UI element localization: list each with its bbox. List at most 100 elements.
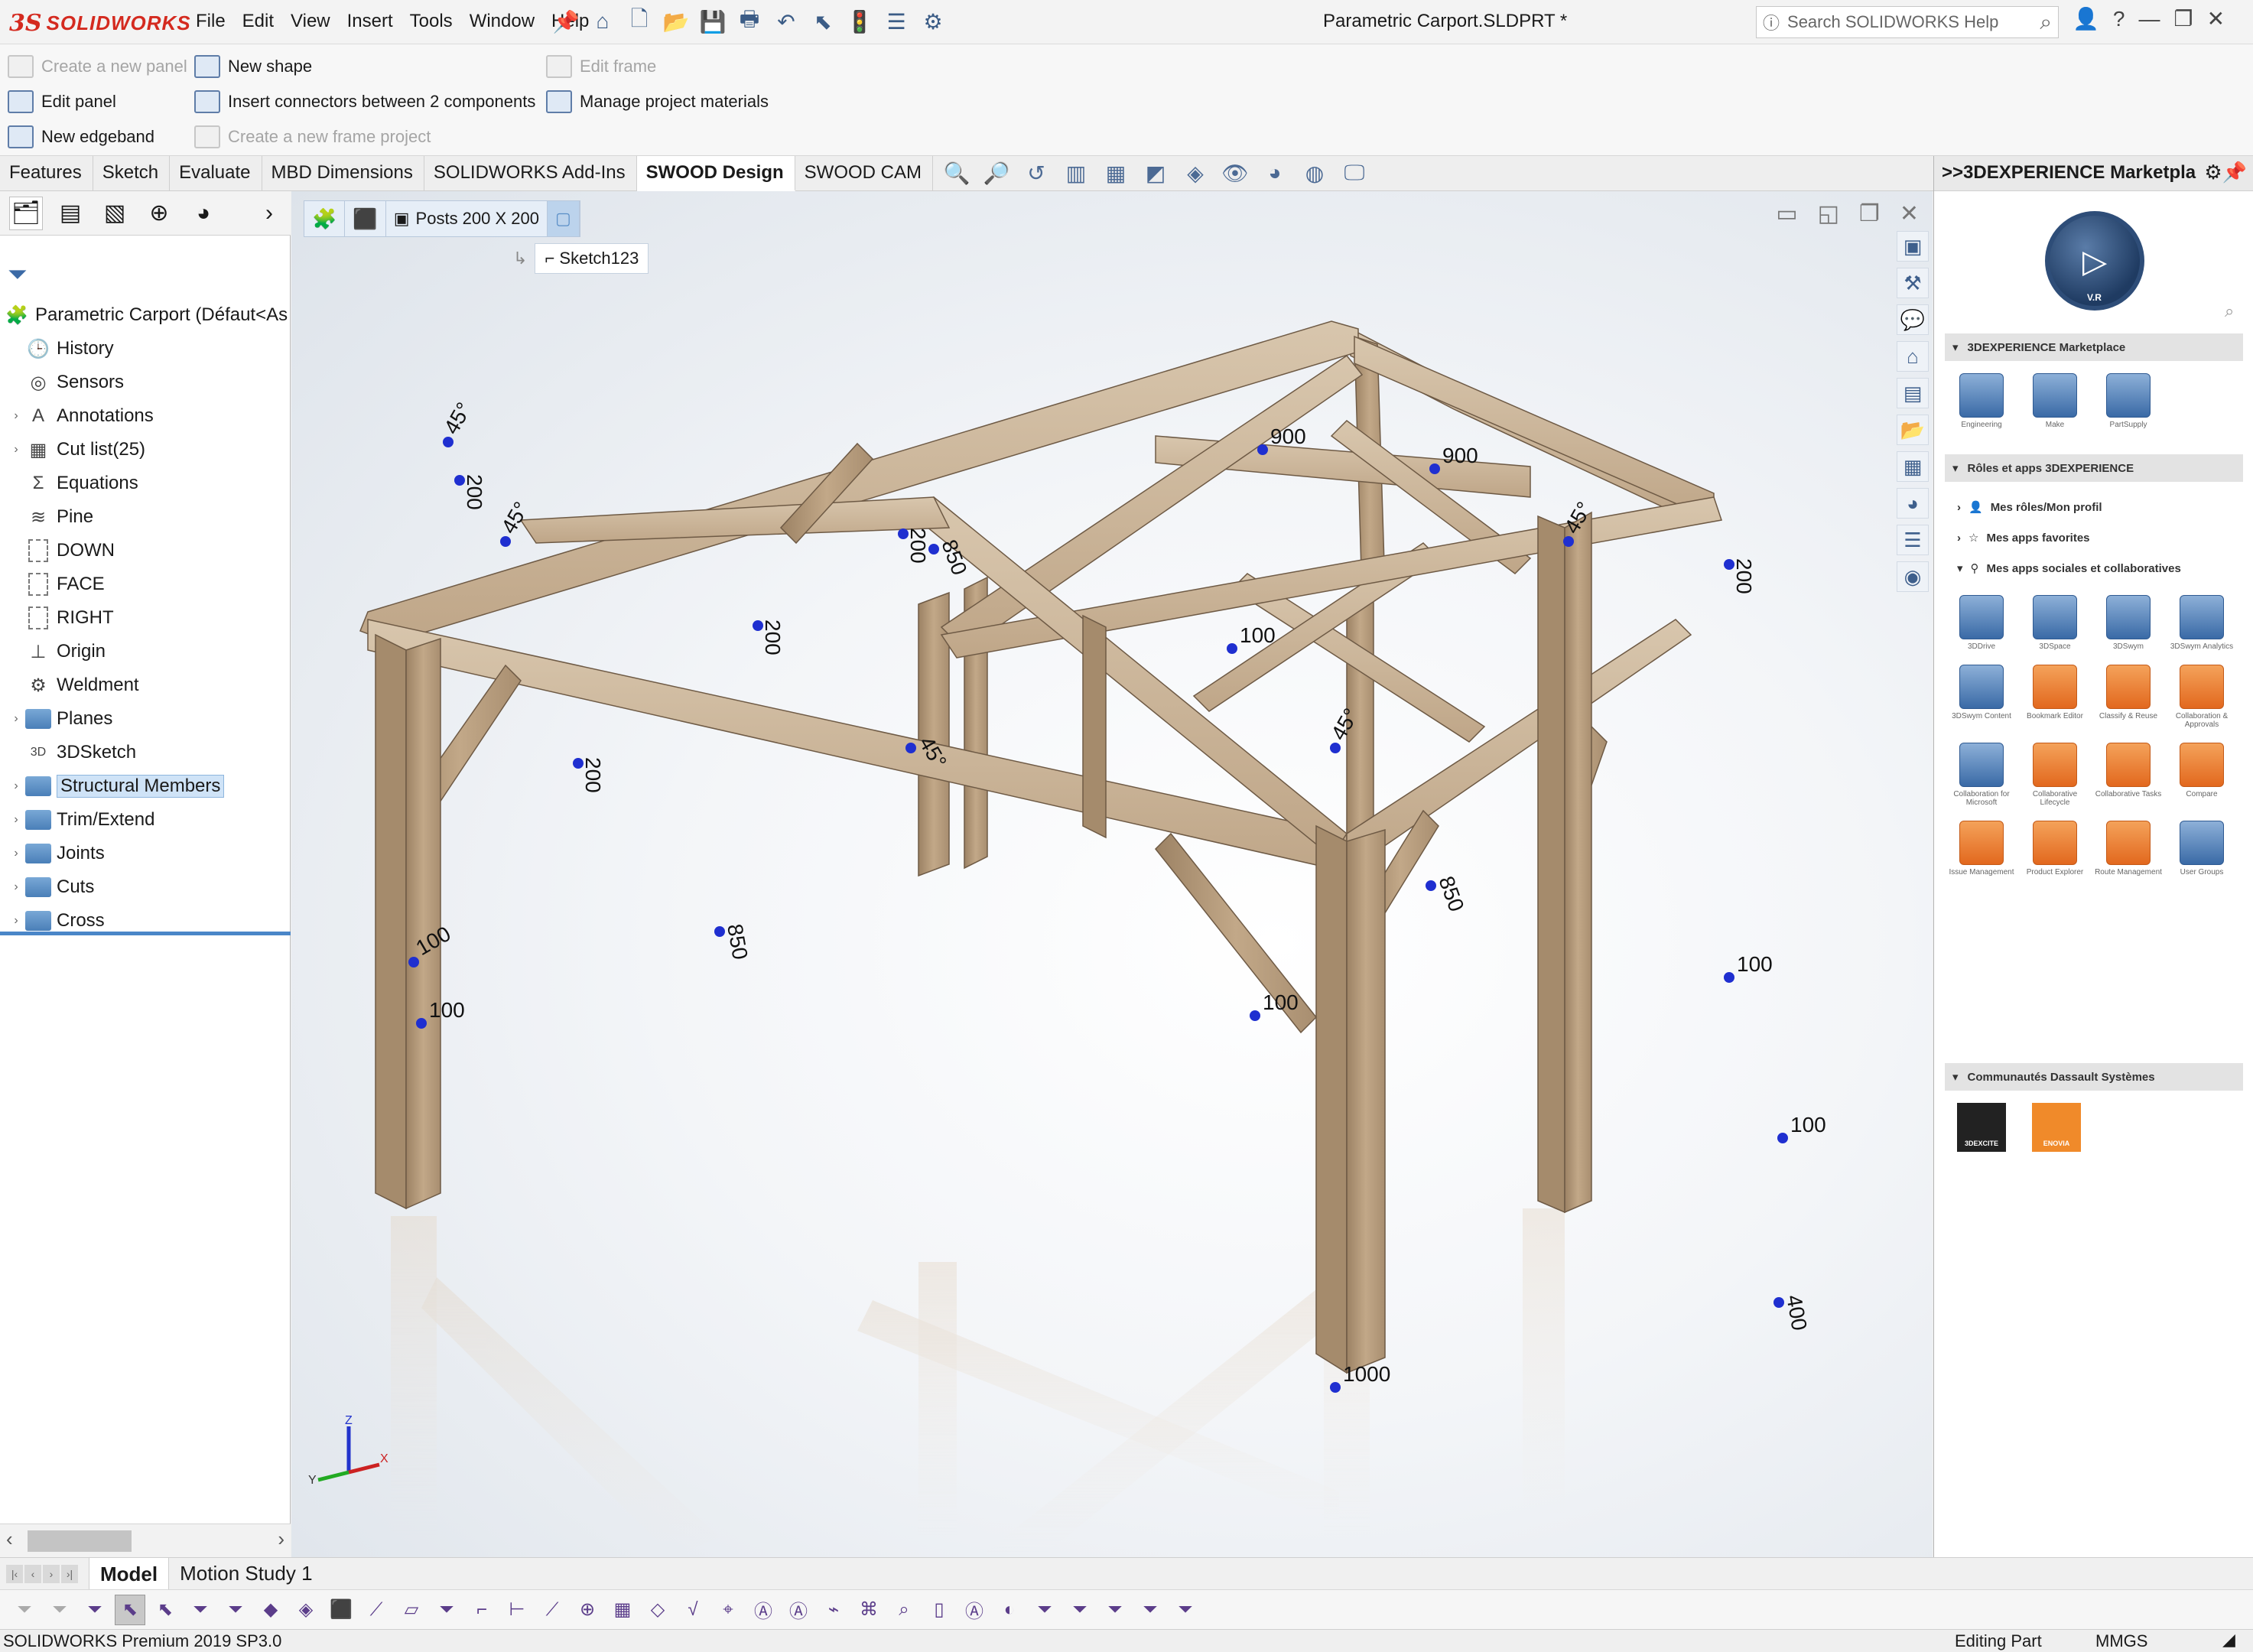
expand-arrow-icon[interactable]: ›: [8, 880, 24, 894]
tree-root[interactable]: 🧩 Parametric Carport (Défaut<As: [0, 298, 291, 332]
solidworks-logo[interactable]: 3S SOLIDWORKS: [9, 9, 191, 37]
edit-panel-button[interactable]: Edit panel: [8, 90, 116, 113]
tree-item[interactable]: RIGHT: [0, 601, 291, 635]
social-app[interactable]: 3DSwym: [2092, 595, 2165, 651]
rebuild-icon[interactable]: 🚦: [844, 6, 875, 37]
file-explorer-icon[interactable]: 📂: [1897, 415, 1929, 445]
row-my-roles[interactable]: › 👤 Mes rôles/Mon profil: [1957, 500, 2102, 515]
design-library-icon[interactable]: ▤: [1897, 378, 1929, 408]
filter-dowel-icon[interactable]: ▯: [924, 1595, 954, 1625]
filter-planes-icon[interactable]: ▱: [396, 1595, 427, 1625]
filter-surfaces-icon[interactable]: ◈: [291, 1595, 321, 1625]
section-view-icon[interactable]: ▥: [1060, 158, 1092, 188]
chevron-right-icon[interactable]: ›: [252, 197, 286, 230]
tree-item[interactable]: › ▦ Cut list(25): [0, 433, 291, 467]
tree-item[interactable]: ≋ Pine: [0, 500, 291, 534]
tree-item[interactable]: 3D 3DSketch: [0, 736, 291, 769]
filter-midpoints-icon[interactable]: ⟋: [537, 1595, 567, 1625]
sketch-point[interactable]: [1777, 1133, 1788, 1143]
filter-sketch-segments-icon[interactable]: ⌐: [467, 1595, 497, 1625]
sketch-point[interactable]: [1773, 1297, 1784, 1308]
filter-balloons-icon[interactable]: Ⓐ: [783, 1595, 814, 1625]
display-style-icon[interactable]: ◈: [1179, 158, 1211, 188]
tree-item[interactable]: 🕒 History: [0, 332, 291, 366]
dimension-label[interactable]: 100: [1240, 623, 1276, 647]
dimension-label[interactable]: 200: [1732, 558, 1756, 594]
select-over-geometry-icon[interactable]: ⬉: [150, 1595, 180, 1625]
filter-edges-icon[interactable]: ⏷: [220, 1595, 251, 1625]
undo-icon[interactable]: ↶: [771, 6, 801, 37]
zoom-to-fit-icon[interactable]: 🔍: [941, 158, 973, 188]
sketch-point[interactable]: [1330, 743, 1341, 753]
dimension-label[interactable]: 850: [1434, 873, 1468, 915]
filter-centermarks-icon[interactable]: ⊕: [572, 1595, 603, 1625]
next-tab-icon[interactable]: ›: [43, 1564, 60, 1583]
social-app[interactable]: Bookmark Editor: [2018, 665, 2092, 729]
dimension-label[interactable]: 200: [581, 757, 605, 793]
close-icon[interactable]: ✕: [2207, 6, 2225, 31]
tree-item[interactable]: FACE: [0, 567, 291, 601]
breadcrumb-sketch[interactable]: ↳ ⌐ Sketch123: [513, 242, 649, 275]
tab-swood-design[interactable]: SWOOD Design: [636, 156, 795, 191]
expand-arrow-icon[interactable]: ›: [8, 712, 24, 726]
breadcrumb-part[interactable]: 🧩: [304, 201, 346, 236]
sketch-point[interactable]: [1563, 536, 1574, 547]
tree-item[interactable]: ⚙ Weldment: [0, 668, 291, 702]
tab-motion-study[interactable]: Motion Study 1: [169, 1557, 323, 1590]
dimension-label[interactable]: 850: [723, 922, 753, 961]
menu-tools[interactable]: Tools: [410, 11, 453, 32]
display-manager-tab-icon[interactable]: ◕: [187, 197, 220, 230]
filter-notes-icon[interactable]: Ⓐ: [748, 1595, 779, 1625]
dimension-label[interactable]: 200: [463, 474, 486, 510]
home-tab-icon[interactable]: ⌂: [1897, 341, 1929, 372]
viewport-close-icon[interactable]: ✕: [1900, 200, 1919, 227]
sketch-point[interactable]: [714, 926, 725, 937]
file-properties-icon[interactable]: ☰: [881, 6, 912, 37]
dimxpert-tab-icon[interactable]: ⊕: [142, 197, 176, 230]
new-edgeband-button[interactable]: New edgeband: [8, 125, 154, 148]
dimension-label[interactable]: 100: [1737, 952, 1773, 976]
filter-mates-icon[interactable]: ⏷: [1100, 1595, 1130, 1625]
marketplace-app[interactable]: Engineering: [1945, 373, 2018, 429]
dimension-label[interactable]: 45°: [439, 398, 476, 438]
filter-blocks-icon[interactable]: ◐: [994, 1595, 1025, 1625]
sketch-point[interactable]: [898, 528, 909, 539]
tree-item[interactable]: Σ Equations: [0, 467, 291, 500]
filter-surface-finish-icon[interactable]: √: [678, 1595, 708, 1625]
sketch-point[interactable]: [1227, 643, 1237, 654]
marketplace-app[interactable]: Make: [2018, 373, 2092, 429]
manage-materials-button[interactable]: Manage project materials: [546, 90, 769, 113]
filter-clear-icon[interactable]: ⏷: [44, 1595, 75, 1625]
social-app[interactable]: Collaborative Tasks: [2092, 743, 2165, 807]
social-app[interactable]: 3DSwym Content: [1945, 665, 2018, 729]
options-gear-icon[interactable]: ⚙: [918, 6, 948, 37]
featuremanager-tab-icon[interactable]: 🗂: [9, 196, 43, 230]
filter-annotation-icon[interactable]: Ⓐ: [959, 1595, 990, 1625]
tree-item[interactable]: › Planes: [0, 702, 291, 736]
status-units[interactable]: MMGS: [2095, 1631, 2147, 1651]
select-icon[interactable]: ⬉: [808, 6, 838, 37]
tree-item[interactable]: › Trim/Extend: [0, 803, 291, 837]
sketch-point[interactable]: [408, 957, 419, 967]
sketch-point[interactable]: [416, 1018, 427, 1029]
row-favorite-apps[interactable]: › ☆ Mes apps favorites: [1957, 531, 2090, 545]
zoom-area-icon[interactable]: 🔎: [980, 158, 1013, 188]
previous-view-icon[interactable]: ↺: [1020, 158, 1052, 188]
restore-icon[interactable]: ❐: [2173, 6, 2193, 31]
tree-item[interactable]: ◎ Sensors: [0, 366, 291, 399]
tree-item[interactable]: DOWN: [0, 534, 291, 567]
tab-swood-cam[interactable]: SWOOD CAM: [795, 156, 933, 191]
expand-arrow-icon[interactable]: ›: [8, 409, 24, 423]
filter-dimensions-icon[interactable]: ◇: [642, 1595, 673, 1625]
breadcrumb-face[interactable]: ▢: [548, 201, 580, 236]
select-cursor-icon[interactable]: ⬉: [115, 1594, 145, 1625]
viewport-tile-icon[interactable]: ▭: [1776, 200, 1797, 227]
tab-sketch[interactable]: Sketch: [93, 156, 171, 191]
filter-icon[interactable]: ⏷: [8, 260, 28, 289]
breadcrumb-feature[interactable]: ▣ Posts 200 X 200: [386, 201, 548, 236]
hide-show-icon[interactable]: 👁: [1219, 158, 1251, 188]
row-social-apps[interactable]: ▾ ⚲ Mes apps sociales et collaboratives: [1957, 561, 2181, 576]
sketch-point[interactable]: [1724, 559, 1734, 570]
menu-edit[interactable]: Edit: [242, 11, 274, 32]
tab-mbd-dimensions[interactable]: MBD Dimensions: [262, 156, 424, 191]
